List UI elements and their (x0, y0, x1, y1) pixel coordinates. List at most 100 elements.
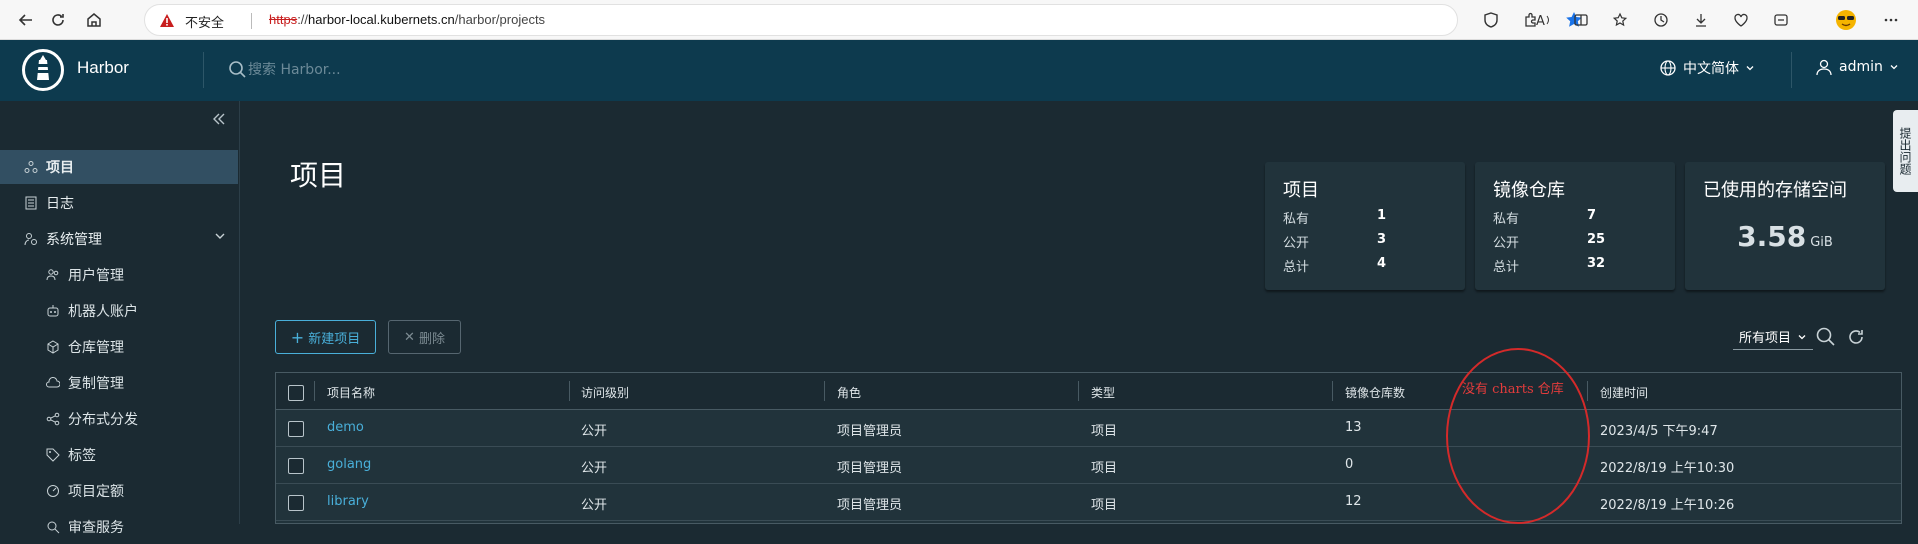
robot-icon (44, 302, 62, 320)
sidebar-item-projects[interactable]: 项目 (0, 150, 238, 184)
project-name-link[interactable]: library (327, 494, 369, 509)
storage-value: 3.58 GiB (1685, 220, 1885, 253)
row-checkbox[interactable] (288, 421, 304, 437)
projects-summary-card: 项目 私有 1 公开 3 总计 4 (1265, 162, 1465, 290)
search-icon[interactable] (1815, 326, 1837, 348)
filter-value: 所有项目 (1739, 331, 1792, 346)
home-icon[interactable] (80, 6, 108, 34)
collapse-sidebar-icon[interactable] (212, 111, 226, 130)
sidebar-item-distributions[interactable]: 分布式分发 (0, 402, 238, 436)
projects-icon (22, 158, 40, 176)
header-divider (1791, 52, 1792, 88)
browser-toolbar: 不安全 https://harbor-local.kubernets.cn/ha… (0, 0, 1918, 40)
row-checkbox[interactable] (288, 495, 304, 511)
sidebar-item-registries[interactable]: 仓库管理 (0, 330, 238, 364)
brand-name[interactable]: Harbor (77, 58, 129, 78)
column-divider (1332, 381, 1333, 401)
card-title: 已使用的存储空间 (1703, 180, 1847, 201)
select-all-checkbox[interactable] (288, 385, 304, 401)
card-row-label: 总计 (1283, 260, 1310, 275)
sidebar-item-logs[interactable]: 日志 (0, 186, 238, 220)
access-level: 公开 (581, 498, 608, 513)
extensions-icon[interactable] (1520, 9, 1542, 31)
role: 项目管理员 (837, 424, 903, 439)
url-path: /harbor/projects (454, 12, 546, 27)
sidebar-item-interrogation[interactable]: 审查服务 (0, 510, 238, 544)
global-search-input[interactable] (248, 58, 548, 82)
favorites-icon[interactable] (1610, 9, 1632, 31)
column-header-type[interactable]: 类型 (1091, 384, 1115, 401)
security-label[interactable]: 不安全 (185, 12, 224, 31)
chevron-down-icon (1746, 66, 1754, 71)
username: admin (1839, 59, 1883, 75)
distribution-icon (44, 410, 62, 428)
column-header-created[interactable]: 创建时间 (1600, 384, 1648, 401)
annotation-text: 没有 charts 仓库 (1462, 382, 1564, 397)
column-header-name[interactable]: 项目名称 (327, 384, 375, 401)
column-header-access[interactable]: 访问级别 (581, 384, 629, 401)
refresh-icon[interactable] (44, 6, 72, 34)
tag-icon (44, 446, 62, 464)
sidebar-item-labels[interactable]: 标签 (0, 438, 238, 472)
project-name-link[interactable]: demo (327, 420, 364, 435)
card-row-label: 公开 (1493, 236, 1520, 251)
role: 项目管理员 (837, 461, 903, 476)
plus-icon: + (290, 327, 305, 347)
sidebar-item-robot-accounts[interactable]: 机器人账户 (0, 294, 238, 328)
card-row-value: 25 (1587, 232, 1606, 247)
column-divider (314, 381, 315, 401)
more-icon[interactable] (1880, 9, 1902, 31)
back-icon[interactable] (12, 6, 40, 34)
sidebar-item-users[interactable]: 用户管理 (0, 258, 238, 292)
downloads-icon[interactable] (1690, 9, 1712, 31)
language-selector[interactable]: 中文简体 (1659, 58, 1755, 78)
url-text[interactable]: https://harbor-local.kubernets.cn/harbor… (269, 12, 545, 27)
repositories-summary-card: 镜像仓库 私有 7 公开 25 总计 32 (1475, 162, 1675, 290)
sidebar-item-label: 用户管理 (68, 268, 124, 284)
table-row[interactable]: demo 公开 项目管理员 项目 13 2023/4/5 下午9:47 (276, 410, 1901, 447)
type: 项目 (1091, 461, 1118, 476)
refresh-icon[interactable] (1845, 326, 1867, 348)
sidebar-item-quotas[interactable]: 项目定额 (0, 474, 238, 508)
sidebar-item-label: 项目定额 (68, 484, 124, 500)
sidebar-item-label: 标签 (68, 448, 96, 464)
annotation-circle (1446, 348, 1590, 524)
delete-button[interactable]: ✕ 删除 (388, 320, 461, 354)
access-level: 公开 (581, 424, 608, 439)
column-header-role[interactable]: 角色 (837, 384, 861, 401)
harbor-logo-icon[interactable] (22, 49, 64, 91)
table-row[interactable]: golang 公开 项目管理员 项目 0 2022/8/19 上午10:30 (276, 447, 1901, 484)
shield-icon[interactable] (1480, 9, 1502, 31)
table-row[interactable]: library 公开 项目管理员 项目 12 2022/8/19 上午10:26 (276, 484, 1901, 521)
chevron-down-icon[interactable] (214, 230, 226, 246)
created-time: 2022/8/19 上午10:26 (1600, 498, 1735, 513)
new-project-button[interactable]: + 新建项目 (275, 320, 376, 354)
storage-unit: GiB (1810, 235, 1833, 250)
logs-icon (22, 194, 40, 212)
table-header: 项目名称 访问级别 角色 类型 镜像仓库数 创建时间 (276, 373, 1901, 410)
chevron-down-icon (1890, 65, 1898, 70)
feedback-tab[interactable]: 提出问题 (1893, 110, 1918, 192)
collections-icon[interactable] (1770, 9, 1792, 31)
sidebar-item-replications[interactable]: 复制管理 (0, 366, 238, 400)
sidebar-item-administration[interactable]: 系统管理 (0, 222, 238, 256)
button-label: 删除 (418, 331, 445, 347)
health-icon[interactable] (1730, 9, 1752, 31)
column-header-repo-count[interactable]: 镜像仓库数 (1345, 384, 1405, 401)
close-icon: ✕ (404, 329, 415, 345)
card-title: 项目 (1283, 180, 1319, 201)
split-screen-icon[interactable] (1570, 9, 1592, 31)
type: 项目 (1091, 424, 1118, 439)
search-icon (229, 61, 246, 78)
projects-table: 项目名称 访问级别 角色 类型 镜像仓库数 创建时间 demo 公开 项目管理员… (275, 372, 1902, 524)
project-filter-select[interactable]: 所有项目 (1733, 324, 1813, 350)
card-row-label: 总计 (1493, 260, 1520, 275)
card-row-label: 私有 (1283, 212, 1310, 227)
address-bar[interactable]: 不安全 https://harbor-local.kubernets.cn/ha… (144, 4, 1582, 36)
profile-emoji-icon[interactable] (1832, 9, 1860, 31)
project-name-link[interactable]: golang (327, 457, 371, 472)
row-checkbox[interactable] (288, 458, 304, 474)
repo-count: 0 (1345, 457, 1354, 472)
user-menu[interactable]: admin (1815, 58, 1899, 76)
history-icon[interactable] (1650, 9, 1672, 31)
